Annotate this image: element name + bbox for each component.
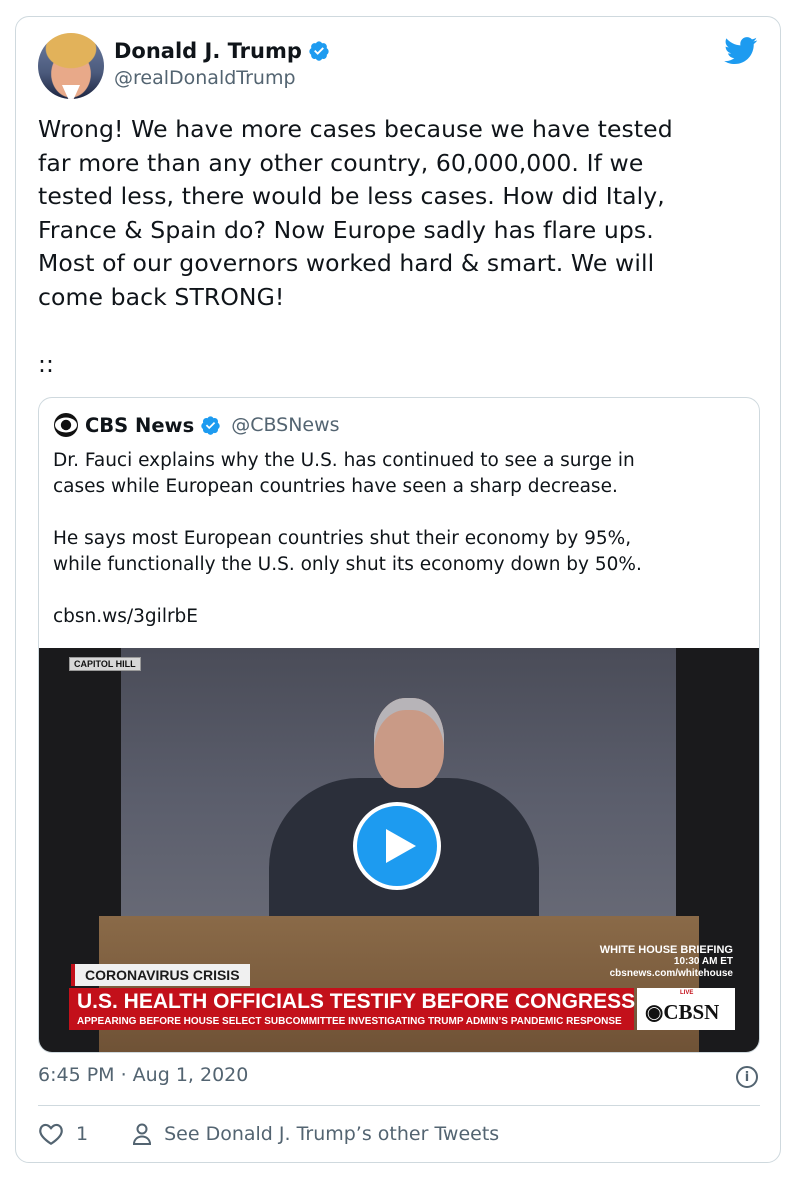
like-count: 1 — [76, 1123, 89, 1145]
news-headline: U.S. HEALTH OFFICIALS TESTIFY BEFORE CON… — [77, 990, 636, 1013]
quoted-author-name: CBS News — [85, 413, 195, 437]
divider — [38, 1105, 760, 1106]
quoted-author-handle: @CBSNews — [231, 414, 340, 436]
tweet-actions: 1 See Donald J. Trump’s other Tweets — [38, 1122, 499, 1146]
news-subheadline: APPEARING BEFORE HOUSE SELECT SUBCOMMITT… — [77, 1016, 622, 1027]
quoted-tweet[interactable]: CBS News @CBSNews Dr. Fauci explains why… — [38, 397, 760, 1053]
tweet-timestamp[interactable]: 6:45 PM · Aug 1, 2020 — [38, 1064, 248, 1086]
author-name-row[interactable]: Donald J. Trump — [114, 39, 330, 63]
info-icon[interactable]: i — [736, 1066, 758, 1088]
cbs-eye-icon: ◉ — [645, 1000, 664, 1024]
author-handle[interactable]: @realDonaldTrump — [114, 67, 296, 89]
video-speaker-head — [374, 698, 444, 788]
see-other-tweets-link[interactable]: See Donald J. Trump’s other Tweets — [132, 1122, 499, 1146]
briefing-title: WHITE HOUSE BRIEFING — [599, 944, 733, 956]
like-button[interactable]: 1 — [38, 1122, 88, 1146]
network-logo-text: CBSN — [663, 1000, 720, 1024]
verified-badge-icon — [309, 41, 329, 61]
quoted-text: Dr. Fauci explains why the U.S. has cont… — [53, 450, 642, 627]
verified-badge-icon — [201, 415, 220, 435]
see-other-tweets-label: See Donald J. Trump’s other Tweets — [164, 1123, 500, 1145]
play-button[interactable] — [353, 802, 441, 890]
heart-icon — [39, 1123, 63, 1146]
news-banner: U.S. HEALTH OFFICIALS TESTIFY BEFORE CON… — [69, 988, 636, 1030]
tweet-card: Donald J. Trump @realDonaldTrump Wrong! … — [15, 16, 781, 1163]
crisis-label: CORONAVIRUS CRISIS — [71, 964, 250, 986]
avatar[interactable] — [38, 33, 104, 99]
quoted-header: CBS News @CBSNews — [53, 412, 340, 438]
play-icon — [386, 829, 416, 863]
cbs-eye-logo-icon — [54, 413, 78, 437]
briefing-url: cbsnews.com/whitehouse — [609, 968, 733, 979]
location-tag: CAPITOL HILL — [69, 657, 141, 671]
person-icon — [133, 1123, 152, 1145]
twitter-bird-icon[interactable] — [724, 37, 758, 65]
video-player[interactable]: CAPITOL HILL WHITE HOUSE BRIEFING 10:30 … — [39, 648, 759, 1052]
briefing-info: WHITE HOUSE BRIEFING 10:30 AM ET cbsnews… — [600, 944, 733, 980]
briefing-time: 10:30 AM ET — [673, 956, 733, 967]
tweet-text: Wrong! We have more cases because we hav… — [38, 115, 673, 378]
author-name[interactable]: Donald J. Trump — [114, 39, 302, 63]
live-label: LIVE — [680, 990, 694, 996]
network-logo: LIVE ◉CBSN — [637, 988, 735, 1030]
